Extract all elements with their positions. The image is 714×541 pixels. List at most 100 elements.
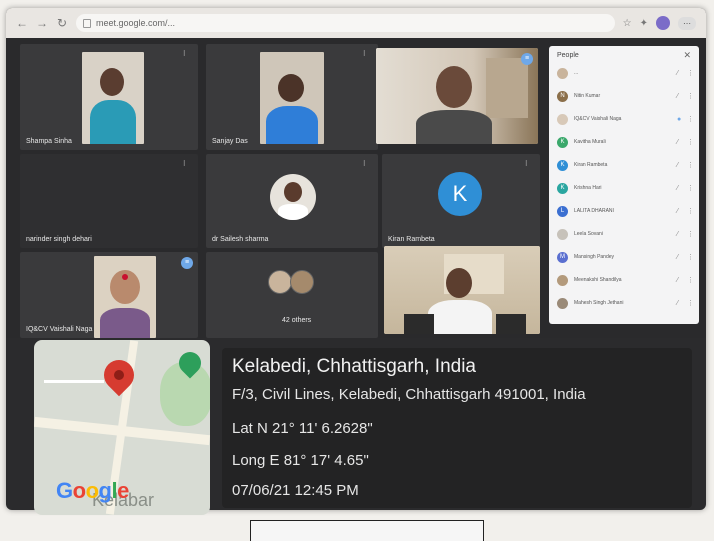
mic-off-icon: ⁄ (677, 299, 679, 307)
monitor-stand (250, 520, 484, 541)
more-options-icon[interactable]: ⋮ (687, 207, 694, 215)
back-icon[interactable]: ← (16, 16, 28, 30)
latitude-value: Lat N 21° 11' 6.2628" (232, 420, 373, 437)
geotag-map: Kelabar Google (34, 340, 210, 515)
more-options-icon[interactable]: ⋮ (687, 69, 694, 77)
people-row[interactable]: K Kavitha Murali ⁄ ⋮ (557, 133, 694, 151)
people-row[interactable]: IQ&CV Vaishali Naga ● ⋮ (557, 110, 694, 128)
speaking-indicator-icon: ≡ (181, 257, 193, 269)
participant-tile[interactable]: ⁝ narinder singh dehari (20, 154, 198, 248)
others-tile[interactable]: 42 others (206, 252, 378, 338)
participant-tile[interactable]: ≡ IQ&CV Vaishali Naga (20, 252, 198, 338)
close-icon[interactable]: ✕ (683, 50, 691, 61)
people-name: Krishna Hari (574, 185, 602, 191)
people-row[interactable]: Mahesh Singh Jethani ⁄ ⋮ (557, 294, 694, 312)
people-name: ... (574, 70, 579, 76)
participant-avatar: L (557, 205, 568, 217)
people-name: Nitin Kumar (574, 93, 601, 99)
lock-icon (83, 19, 91, 28)
participant-avatar (290, 270, 314, 294)
more-options-icon[interactable]: ⋮ (687, 276, 694, 284)
extension-icon[interactable]: ✦ (640, 18, 648, 29)
people-name: Meenakshi Shandilya (574, 277, 622, 283)
others-count: 42 others (282, 317, 312, 324)
participant-avatar (557, 274, 568, 286)
people-row[interactable]: K Kiran Rambeta ⁄ ⋮ (557, 156, 694, 174)
people-row[interactable]: L LALITA DHARANI ⁄ ⋮ (557, 202, 694, 220)
forward-icon[interactable]: → (36, 16, 48, 30)
people-name: Leela Sovani (574, 231, 603, 237)
speaking-indicator-icon: ≡ (521, 53, 533, 65)
participant-avatar: M (557, 251, 568, 263)
mic-off-icon: ⁄ (677, 138, 679, 146)
people-row[interactable]: Leela Sovani ⁄ ⋮ (557, 225, 694, 243)
participant-tile[interactable] (384, 246, 540, 334)
more-options-icon[interactable]: ⋮ (687, 299, 694, 307)
participant-avatar (557, 228, 568, 240)
participant-avatar: K (557, 136, 568, 148)
participant-tile[interactable]: ⁝ dr Sailesh sharma (206, 154, 378, 248)
participant-avatar (270, 174, 316, 220)
participant-avatar: K (557, 159, 568, 171)
speaking-indicator-icon: ● (677, 115, 682, 123)
mic-off-icon: ⁝ (183, 49, 186, 58)
more-options-icon[interactable]: ⋮ (687, 184, 694, 192)
profile-avatar[interactable] (656, 16, 670, 30)
people-row[interactable]: N Nitin Kumar ⁄ ⋮ (557, 87, 694, 105)
mic-off-icon: ⁄ (677, 69, 679, 77)
mic-off-icon: ⁄ (677, 230, 679, 238)
paused-badge[interactable]: ⋯ (678, 16, 696, 30)
mic-off-icon: ⁝ (363, 159, 366, 168)
people-name: Mahesh Singh Jethani (574, 300, 624, 306)
people-panel: People ✕ ... ⁄ ⋮ N Nitin Kumar ⁄ ⋮ IQ&CV… (549, 46, 699, 324)
people-row[interactable]: ... ⁄ ⋮ (557, 64, 694, 82)
more-options-icon[interactable]: ⋮ (687, 230, 694, 238)
people-panel-title: People (557, 52, 579, 59)
location-title: Kelabedi, Chhattisgarh, India (232, 356, 476, 377)
more-options-icon[interactable]: ⋮ (687, 115, 694, 123)
people-row[interactable]: K Krishna Hari ⁄ ⋮ (557, 179, 694, 197)
participant-tile[interactable]: ≡ (376, 48, 538, 144)
people-name: Kavitha Murali (574, 139, 606, 145)
participant-name: dr Sailesh sharma (212, 236, 269, 243)
mic-off-icon: ⁝ (525, 159, 528, 168)
mic-off-icon: ⁄ (677, 161, 679, 169)
mic-off-icon: ⁝ (183, 159, 186, 168)
more-options-icon[interactable]: ⋮ (687, 138, 694, 146)
mic-off-icon: ⁄ (677, 253, 679, 261)
people-name: LALITA DHARANI (574, 208, 614, 214)
participant-avatar: K (557, 182, 568, 194)
participant-video (376, 48, 538, 144)
more-options-icon[interactable]: ⋮ (687, 92, 694, 100)
more-options-icon[interactable]: ⋮ (687, 253, 694, 261)
reload-icon[interactable]: ↻ (56, 16, 68, 30)
google-logo: Google (56, 478, 129, 503)
mic-off-icon: ⁝ (363, 49, 366, 58)
location-address: F/3, Civil Lines, Kelabedi, Chhattisgarh… (232, 386, 586, 403)
participant-tile[interactable]: ⁝ Shampa Sinha (20, 44, 198, 150)
participant-video (384, 246, 540, 334)
timestamp: 07/06/21 12:45 PM (232, 482, 359, 499)
participant-avatar (557, 67, 568, 79)
participant-name: Kiran Rambeta (388, 236, 435, 243)
people-row[interactable]: M Mansingh Pandey ⁄ ⋮ (557, 248, 694, 266)
participant-name: IQ&CV Vaishali Naga (26, 326, 93, 333)
participant-avatar: K (438, 172, 482, 216)
participant-tile[interactable]: K ⁝ Kiran Rambeta (382, 154, 540, 248)
participant-tile[interactable]: ⁝ Sanjay Das (206, 44, 378, 150)
address-bar[interactable]: meet.google.com/... (76, 14, 615, 32)
mic-off-icon: ⁄ (677, 184, 679, 192)
mic-off-icon: ⁄ (677, 207, 679, 215)
people-row[interactable]: Meenakshi Shandilya ⁄ ⋮ (557, 271, 694, 289)
mic-off-icon: ⁄ (677, 92, 679, 100)
geotag-info-panel: Kelabedi, Chhattisgarh, India F/3, Civil… (222, 348, 692, 508)
people-name: IQ&CV Vaishali Naga (574, 116, 622, 122)
more-options-icon[interactable]: ⋮ (687, 161, 694, 169)
star-icon[interactable]: ☆ (623, 18, 632, 29)
longitude-value: Long E 81° 17' 4.65" (232, 452, 369, 469)
mic-off-icon: ⁄ (677, 276, 679, 284)
participant-avatar (557, 297, 568, 309)
participant-avatar (557, 113, 568, 125)
people-name: Kiran Rambeta (574, 162, 608, 168)
url-text: meet.google.com/... (96, 18, 176, 28)
